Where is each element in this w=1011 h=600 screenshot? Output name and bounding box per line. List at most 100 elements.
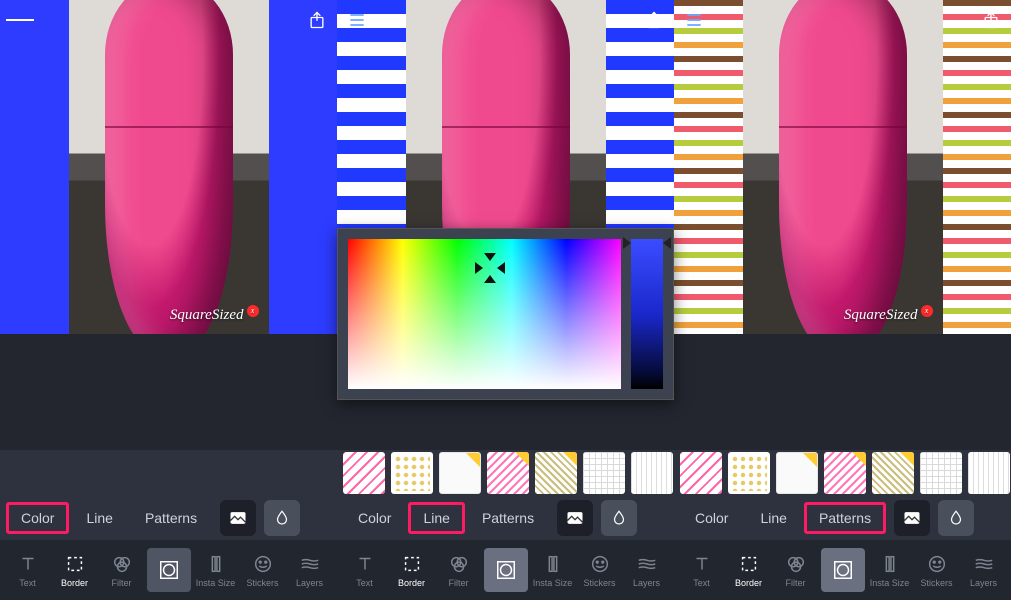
tool-stickers[interactable]: Stickers	[239, 540, 286, 600]
pattern-swatch[interactable]	[583, 452, 625, 494]
image-picker-icon[interactable]	[557, 500, 593, 536]
pattern-swatch[interactable]	[680, 452, 722, 494]
menu-icon[interactable]	[6, 6, 34, 34]
pattern-swatch[interactable]	[728, 452, 770, 494]
tool-layers[interactable]: Layers	[286, 540, 333, 600]
premium-star-icon	[562, 452, 577, 467]
tool-border[interactable]: Border	[388, 540, 435, 600]
bottom-toolbar: Text Border Filter Insta Size Stickers	[0, 540, 337, 600]
tool-shape[interactable]	[145, 540, 192, 600]
list-icon[interactable]	[343, 6, 371, 34]
tool-instasize[interactable]: Insta Size	[529, 540, 576, 600]
color-picker-hue[interactable]	[631, 239, 663, 389]
tool-border[interactable]: Border	[725, 540, 772, 600]
pattern-swatch[interactable]	[487, 452, 529, 494]
tool-text-label: Text	[356, 578, 373, 588]
tab-line[interactable]: Line	[745, 502, 801, 534]
tool-stickers[interactable]: Stickers	[576, 540, 623, 600]
border-left	[0, 0, 69, 334]
premium-star-icon	[851, 452, 866, 467]
tool-border-label: Border	[398, 578, 425, 588]
premium-star-icon	[465, 452, 481, 468]
tool-layers[interactable]: Layers	[623, 540, 670, 600]
tool-layers[interactable]: Layers	[960, 540, 1007, 600]
tab-line[interactable]: Line	[408, 502, 464, 534]
app-pane: SquareSizedx Color Line Patterns	[0, 0, 337, 600]
pattern-swatch[interactable]	[439, 452, 481, 494]
bottom-toolbar: Text Border Filter Insta Size Stickers	[337, 540, 674, 600]
tab-color[interactable]: Color	[680, 502, 743, 534]
tool-shape[interactable]	[819, 540, 866, 600]
tool-filter[interactable]: Filter	[98, 540, 145, 600]
badge-icon: x	[247, 305, 259, 317]
bottom-toolbar: Text Border Filter Insta Size Stickers	[674, 540, 1011, 600]
image-picker-icon[interactable]	[894, 500, 930, 536]
premium-star-icon	[514, 452, 529, 467]
color-picker-saturation[interactable]	[348, 239, 621, 389]
tool-filter-label: Filter	[449, 578, 469, 588]
tool-border-label: Border	[61, 578, 88, 588]
spacer	[674, 334, 1011, 450]
tab-patterns[interactable]: Patterns	[804, 502, 886, 534]
pattern-swatch[interactable]	[391, 452, 433, 494]
app-panes: SquareSizedx Color Line Patterns	[0, 0, 1011, 600]
tool-filter-label: Filter	[786, 578, 806, 588]
color-picker-reticle[interactable]	[479, 257, 501, 279]
pattern-swatch[interactable]	[343, 452, 385, 494]
pattern-strip	[337, 450, 674, 496]
tool-instasize-label: Insta Size	[533, 578, 573, 588]
photo: SquareSizedx	[69, 0, 269, 334]
share-icon[interactable]	[303, 6, 331, 34]
tool-shape[interactable]	[482, 540, 529, 600]
tool-stickers[interactable]: Stickers	[913, 540, 960, 600]
color-picker-hue-indicator[interactable]	[625, 237, 669, 245]
photo: SquareSizedx	[743, 0, 943, 334]
pattern-swatch[interactable]	[968, 452, 1010, 494]
tab-color[interactable]: Color	[6, 502, 69, 534]
blur-icon[interactable]	[938, 500, 974, 536]
pattern-swatch[interactable]	[920, 452, 962, 494]
tool-filter[interactable]: Filter	[772, 540, 819, 600]
border-tabs: Color Line Patterns	[0, 496, 337, 540]
app-pane: SquareSizedx Color Line Patterns	[674, 0, 1011, 600]
border-left	[674, 0, 743, 334]
pattern-swatch[interactable]	[535, 452, 577, 494]
tool-filter[interactable]: Filter	[435, 540, 482, 600]
tool-stickers-label: Stickers	[246, 578, 278, 588]
blur-icon[interactable]	[264, 500, 300, 536]
tab-patterns[interactable]: Patterns	[130, 502, 212, 534]
tool-stickers-label: Stickers	[583, 578, 615, 588]
tool-layers-label: Layers	[970, 578, 997, 588]
share-icon[interactable]	[640, 6, 668, 34]
blur-icon[interactable]	[601, 500, 637, 536]
app-pane: SquareSizedx Color Line Patterns	[337, 0, 674, 600]
tool-text-label: Text	[693, 578, 710, 588]
pattern-swatch[interactable]	[776, 452, 818, 494]
tool-instasize[interactable]: Insta Size	[192, 540, 239, 600]
pattern-swatch[interactable]	[631, 452, 673, 494]
canvas-area[interactable]: SquareSizedx	[674, 0, 1011, 334]
watermark: SquareSizedx	[170, 305, 259, 324]
border-tabs: Color Line Patterns	[674, 496, 1011, 540]
tool-text[interactable]: Text	[4, 540, 51, 600]
watermark: SquareSizedx	[844, 305, 933, 324]
pattern-swatch[interactable]	[824, 452, 866, 494]
share-icon[interactable]	[977, 6, 1005, 34]
list-icon[interactable]	[680, 6, 708, 34]
image-picker-icon[interactable]	[220, 500, 256, 536]
tool-text[interactable]: Text	[678, 540, 725, 600]
tab-color[interactable]: Color	[343, 502, 406, 534]
tool-border[interactable]: Border	[51, 540, 98, 600]
badge-icon: x	[921, 305, 933, 317]
tool-instasize[interactable]: Insta Size	[866, 540, 913, 600]
canvas-area[interactable]: SquareSizedx	[0, 0, 337, 334]
tab-patterns[interactable]: Patterns	[467, 502, 549, 534]
tab-line[interactable]: Line	[71, 502, 127, 534]
canvas: SquareSizedx	[0, 0, 337, 334]
pattern-swatch[interactable]	[872, 452, 914, 494]
tool-text[interactable]: Text	[341, 540, 388, 600]
canvas-area[interactable]: SquareSizedx	[337, 0, 674, 334]
spacer	[0, 334, 337, 450]
color-picker[interactable]	[337, 228, 674, 400]
canvas: SquareSizedx	[674, 0, 1011, 334]
